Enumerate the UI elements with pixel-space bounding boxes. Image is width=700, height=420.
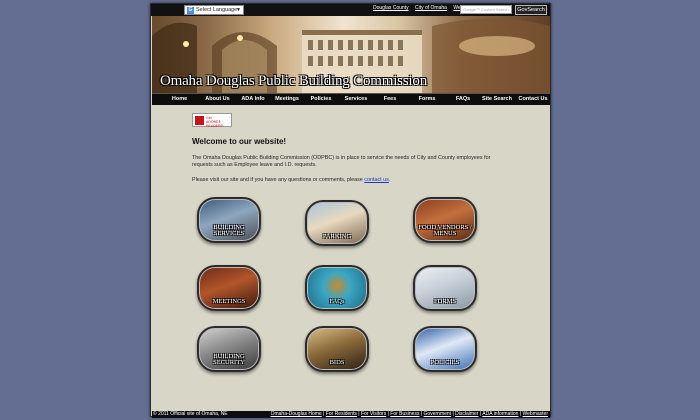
footer-links: Omaha-Douglas Home | For Residents | For… — [270, 411, 548, 417]
footer-link-government[interactable]: Government — [424, 411, 452, 417]
language-select[interactable]: G Select Language ▼ — [184, 5, 244, 15]
adobe-reader-icon — [195, 116, 204, 125]
nav-ada-info[interactable]: ADA Info — [238, 94, 268, 105]
tile-forms-label: FORMS — [433, 298, 457, 305]
footer-link-webmaster[interactable]: Webmaster — [523, 411, 548, 417]
nav-about-us[interactable]: About Us — [199, 94, 236, 105]
main-nav: Home About Us ADA Info Meetings Policies… — [152, 93, 550, 105]
nav-forms[interactable]: Forms — [414, 94, 440, 105]
nav-faqs[interactable]: FAQs — [452, 94, 474, 105]
contact-us-link[interactable]: contact us — [364, 177, 389, 183]
visit-text: Please visit our site and if you have an… — [192, 177, 365, 183]
tile-forms[interactable]: FORMS — [413, 265, 477, 311]
visit-end: . — [388, 177, 391, 183]
tile-meetings-label: MEETINGS — [212, 298, 246, 305]
copyright-text: © 2011 Official site of Omaha, NE — [153, 411, 228, 417]
nav-fees[interactable]: Fees — [378, 94, 402, 105]
tile-faqs[interactable]: FAQs — [305, 265, 369, 311]
footer-link-visitors[interactable]: For Visitors — [361, 411, 386, 417]
tile-bids-label: BIDS — [329, 359, 345, 366]
link-douglas-county[interactable]: Douglas County — [373, 5, 409, 11]
tile-food-vendors[interactable]: FOOD VENDORS / MENUS — [413, 197, 477, 243]
tile-building-security-label: BUILDING SECURITY — [213, 353, 245, 366]
footer-bar: © 2011 Official site of Omaha, NE Omaha-… — [152, 411, 550, 418]
utility-links: Douglas County City of Omaha Web — [373, 5, 469, 11]
nav-policies[interactable]: Policies — [306, 94, 336, 105]
tile-faqs-label: FAQs — [329, 298, 345, 305]
get-adobe-reader-badge[interactable]: Get ADOBE® READER® — [192, 113, 232, 128]
tile-policies[interactable]: POLICIES — [413, 326, 477, 372]
nav-site-search[interactable]: Site Search — [480, 94, 514, 105]
tile-building-security[interactable]: BUILDING SECURITY — [197, 326, 261, 372]
chevron-down-icon: ▼ — [236, 7, 241, 13]
tile-building-services[interactable]: BUILDING SERVICES — [197, 197, 261, 243]
nav-home[interactable]: Home — [164, 94, 195, 105]
govsearch-button[interactable]: GovSearch — [515, 5, 547, 15]
footer-link-home[interactable]: Omaha-Douglas Home — [271, 411, 322, 417]
nav-meetings[interactable]: Meetings — [270, 94, 304, 105]
welcome-heading: Welcome to our website! — [192, 137, 287, 146]
header-banner: Omaha Douglas Public Building Commission — [152, 16, 550, 93]
tile-building-services-label: BUILDING SERVICES — [213, 224, 245, 237]
intro-paragraph: The Omaha Douglas Public Building Commis… — [192, 155, 491, 168]
tile-parking[interactable]: PARKING — [305, 200, 369, 246]
page-container: G Select Language ▼ Douglas County City … — [150, 3, 551, 418]
tile-meetings[interactable]: MEETINGS — [197, 265, 261, 311]
footer-link-disclaimer[interactable]: Disclaimer — [455, 411, 478, 417]
tile-bids[interactable]: BIDS — [305, 326, 369, 372]
tile-parking-label: PARKING — [322, 233, 352, 240]
footer-link-residents[interactable]: For Residents — [326, 411, 357, 417]
nav-services[interactable]: Services — [340, 94, 372, 105]
site-title: Omaha Douglas Public Building Commission — [160, 73, 428, 89]
utility-bar: G Select Language ▼ Douglas County City … — [151, 4, 550, 16]
tile-food-vendors-label: FOOD VENDORS / MENUS — [418, 224, 472, 237]
search-input[interactable]: Google™ Custom Search — [460, 5, 512, 14]
google-translate-icon: G — [187, 7, 194, 14]
visit-paragraph: Please visit our site and if you have an… — [192, 177, 390, 183]
nav-contact-us[interactable]: Contact Us — [516, 94, 550, 105]
tile-policies-label: POLICIES — [430, 359, 460, 366]
footer-link-business[interactable]: For Business — [390, 411, 419, 417]
adobe-badge-line2: ADOBE® READER® — [206, 120, 224, 128]
footer-link-ada[interactable]: ADA information — [482, 411, 518, 417]
language-select-label: Select Language — [196, 7, 238, 13]
link-city-of-omaha[interactable]: City of Omaha — [415, 5, 447, 11]
